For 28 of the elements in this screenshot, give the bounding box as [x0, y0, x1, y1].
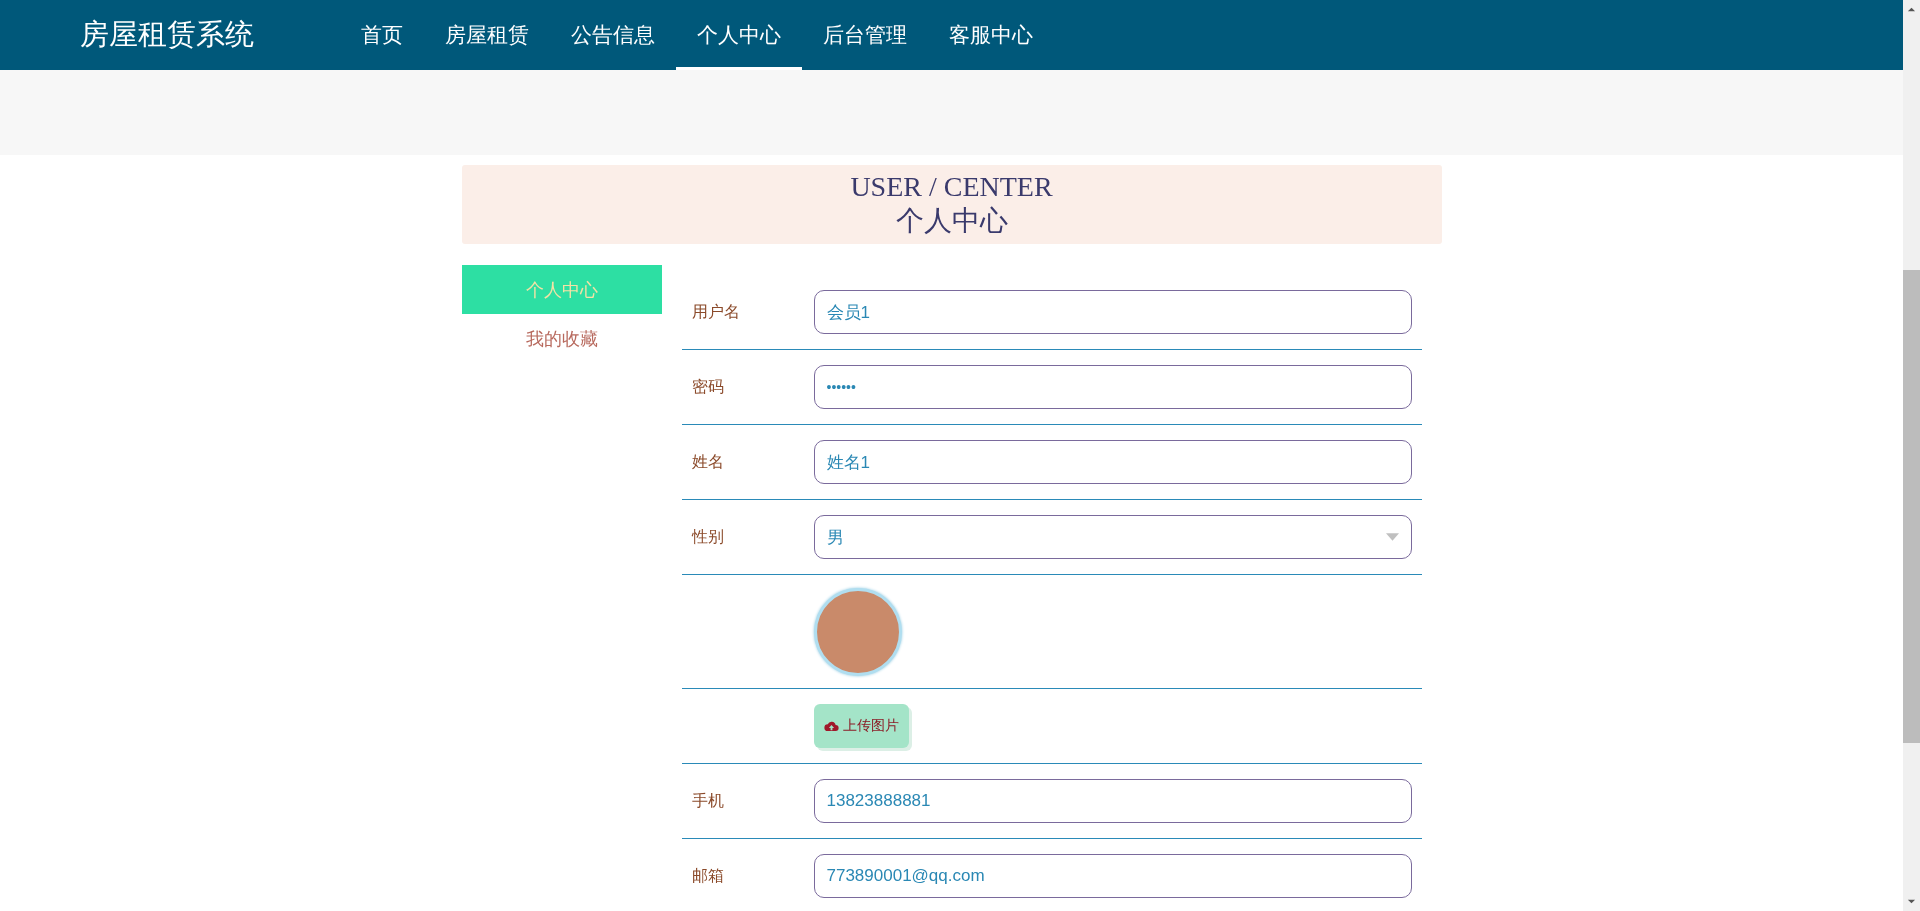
scrollbar-thumb[interactable]: [1903, 270, 1920, 743]
field-label: 手机: [691, 791, 724, 809]
field-label: 邮箱: [691, 866, 724, 884]
nav-link[interactable]: 公告信息: [550, 0, 676, 70]
field-label: 用户名: [691, 302, 740, 320]
field-label: 姓名: [691, 452, 724, 470]
banner-title: USER / CENTER: [850, 170, 1053, 203]
input-field[interactable]: 会员1: [813, 290, 1412, 334]
cloud-upload-icon: [823, 720, 839, 732]
scrollbar[interactable]: [1903, 0, 1920, 911]
password-field[interactable]: ••••••: [813, 365, 1412, 409]
select-field[interactable]: 男: [813, 515, 1412, 559]
scroll-down-icon[interactable]: [1907, 899, 1916, 905]
input-field[interactable]: 13823888881: [813, 779, 1412, 823]
nav-link[interactable]: 首页: [340, 0, 424, 70]
banner-subtitle: 个人中心: [895, 203, 1008, 238]
upload-button[interactable]: 上传图片: [813, 704, 909, 748]
nav-link[interactable]: 房屋租赁: [424, 0, 550, 70]
nav-link[interactable]: 客服中心: [928, 0, 1054, 70]
field-label: 密码: [691, 377, 724, 395]
field-label: 性别: [691, 527, 724, 545]
input-field[interactable]: 姓名1: [813, 440, 1412, 484]
caret-icon: [1385, 533, 1399, 541]
site-logo[interactable]: 房屋租赁系统: [80, 15, 340, 55]
input-field[interactable]: 773890001@qq.com: [813, 854, 1412, 898]
scroll-up-icon[interactable]: [1907, 6, 1916, 12]
sidebar-item[interactable]: 我的收藏: [461, 314, 662, 363]
nav-link[interactable]: 后台管理: [802, 0, 928, 70]
